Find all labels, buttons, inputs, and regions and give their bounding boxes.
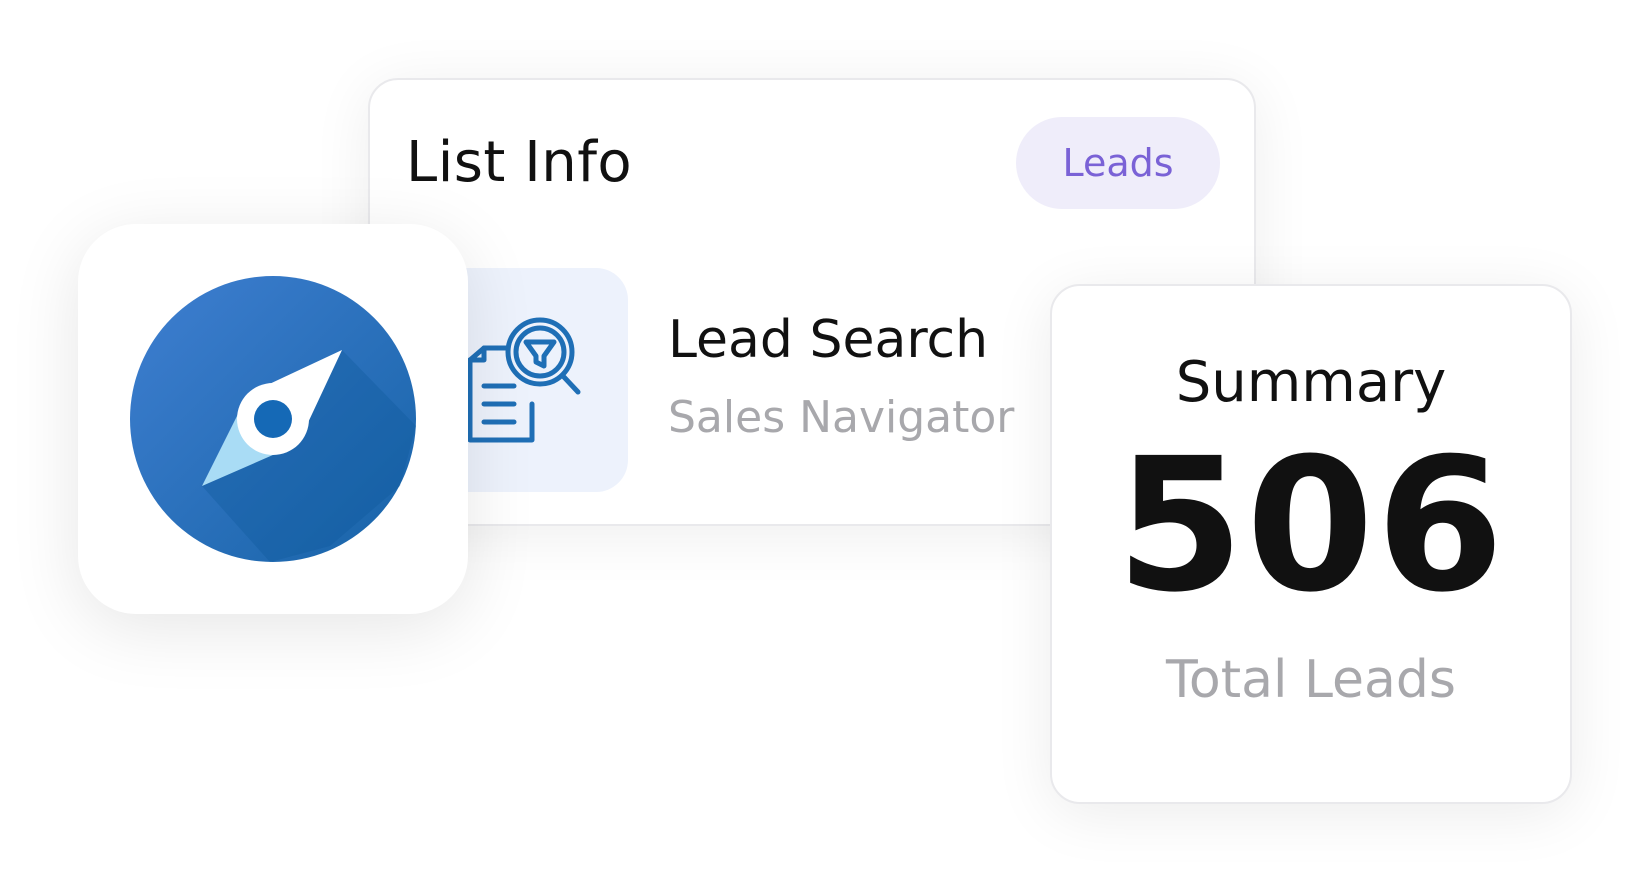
page: List Info Leads Lead Search Sales Naviga xyxy=(0,0,1643,881)
summary-title: Summary xyxy=(1175,350,1447,415)
source-name: Lead Search xyxy=(668,310,989,370)
app-icon-tile[interactable] xyxy=(78,224,468,614)
summary-card: Summary 506 Total Leads xyxy=(1050,284,1572,804)
list-type-badge[interactable]: Leads xyxy=(1016,117,1220,209)
list-info-title: List Info xyxy=(406,130,633,195)
compass-icon xyxy=(130,276,416,562)
source-subtitle: Sales Navigator xyxy=(668,392,1015,443)
document-filter-search-icon xyxy=(467,317,581,443)
total-leads-count: 506 xyxy=(1115,419,1507,633)
total-leads-label: Total Leads xyxy=(1166,650,1456,710)
